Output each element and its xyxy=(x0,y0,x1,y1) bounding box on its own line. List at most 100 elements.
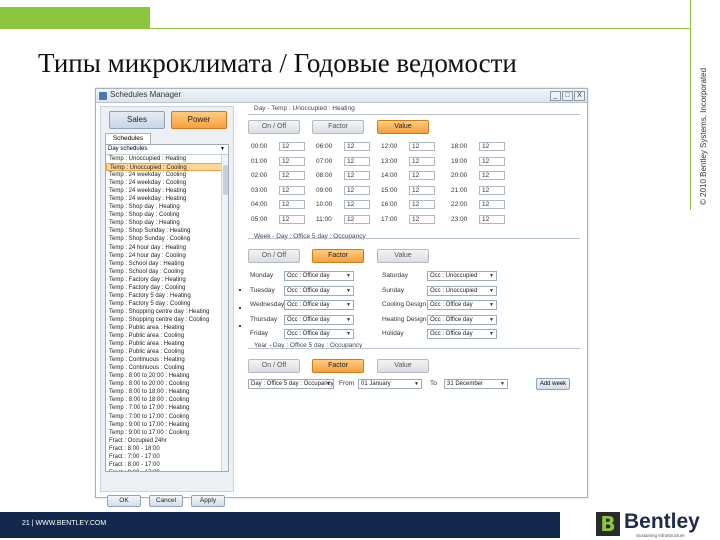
hour-value-input[interactable]: 12 xyxy=(479,171,505,180)
hour-value-input[interactable]: 12 xyxy=(479,214,505,224)
panel-splitter[interactable] xyxy=(239,289,242,349)
apply-button[interactable]: Apply xyxy=(191,495,225,507)
hour-value-input[interactable]: 12 xyxy=(479,200,505,209)
year-to-dropdown[interactable]: 31 December xyxy=(444,379,508,389)
year-from-dropdown[interactable]: 01 January xyxy=(358,379,422,389)
hour-value-input[interactable]: 12 xyxy=(479,156,505,166)
hour-value-input[interactable]: 12 xyxy=(344,214,370,224)
list-item[interactable]: Temp : 8:00 to 18:00 : Cooling xyxy=(106,396,228,404)
week-value-button[interactable]: Value xyxy=(377,249,429,263)
list-item[interactable]: Temp : Continuous : Heating xyxy=(106,356,228,364)
hour-value-input[interactable]: 12 xyxy=(479,142,505,151)
week-factor-button[interactable]: Factor xyxy=(312,249,364,263)
list-item[interactable]: Temp : 24 hour day : Heating xyxy=(106,244,228,252)
hour-value-input[interactable]: 12 xyxy=(409,214,435,224)
year-value-button[interactable]: Value xyxy=(377,359,429,373)
list-item[interactable]: Temp : Shopping centre day : Cooling xyxy=(106,316,228,324)
hour-value-input[interactable]: 12 xyxy=(409,185,435,195)
hour-value-input[interactable]: 12 xyxy=(279,171,305,180)
hour-value-input[interactable]: 12 xyxy=(279,156,305,166)
hour-value-input[interactable]: 12 xyxy=(279,214,305,224)
week-day-dropdown[interactable]: Occ : Office day xyxy=(427,329,497,339)
week-day-dropdown[interactable]: Occ : Office day xyxy=(284,300,354,310)
sales-button[interactable]: Sales xyxy=(109,111,165,129)
list-item[interactable]: Temp : Public area : Cooling xyxy=(106,348,228,356)
list-item[interactable]: Temp : Public area : Heating xyxy=(106,340,228,348)
hour-value-input[interactable]: 12 xyxy=(344,185,370,195)
list-item[interactable]: Temp : 8:00 to 18:00 : Heating xyxy=(106,388,228,396)
day-onoff-button[interactable]: On / Off xyxy=(248,120,300,134)
hour-value-input[interactable]: 12 xyxy=(479,185,505,195)
power-button[interactable]: Power xyxy=(171,111,227,129)
hour-value-input[interactable]: 12 xyxy=(344,142,370,151)
list-item[interactable]: Temp : Shop Sunday : Heating xyxy=(106,227,228,235)
list-item[interactable]: Temp : 24 weekday : Cooling xyxy=(106,171,228,179)
list-scrollbar[interactable] xyxy=(221,155,228,471)
hour-value-input[interactable]: 12 xyxy=(409,142,435,151)
list-item[interactable]: Fract : 8:00 - 17:00 xyxy=(106,461,228,469)
week-day-dropdown[interactable]: Occ : Office day xyxy=(284,285,354,296)
year-factor-button[interactable]: Factor xyxy=(312,359,364,373)
week-day-dropdown[interactable]: Occ : Office day xyxy=(284,314,354,325)
list-item[interactable]: Temp : Unoccupied : Cooling xyxy=(106,163,228,172)
list-item[interactable]: Temp : Continuous : Cooling xyxy=(106,364,228,372)
schedule-listbox[interactable]: Day schedules Temp : Unoccupied : Heatin… xyxy=(105,144,229,472)
list-item[interactable]: Temp : Shop Sunday : Cooling xyxy=(106,235,228,243)
list-item[interactable]: Temp : Factory day : Cooling xyxy=(106,284,228,292)
close-button[interactable]: X xyxy=(574,91,585,101)
hour-value-input[interactable]: 12 xyxy=(409,200,435,209)
list-item[interactable]: Temp : School day : Heating xyxy=(106,260,228,268)
list-item[interactable]: Fract : 7:00 - 17:00 xyxy=(106,453,228,461)
scrollbar-thumb[interactable] xyxy=(223,165,228,195)
list-item[interactable]: Temp : Factory 5 day : Cooling xyxy=(106,300,228,308)
list-item[interactable]: Temp : 7:00 to 17:00 : Heating xyxy=(106,404,228,412)
hour-value-input[interactable]: 12 xyxy=(344,171,370,180)
hour-value-input[interactable]: 12 xyxy=(344,156,370,166)
week-onoff-button[interactable]: On / Off xyxy=(248,249,300,263)
list-item[interactable]: Temp : 8:00 to 20:00 : Heating xyxy=(106,372,228,380)
list-item[interactable]: Temp : 7:00 to 17:00 : Cooling xyxy=(106,413,228,421)
list-item[interactable]: Temp : Shop day : Cooling xyxy=(106,211,228,219)
list-item[interactable]: Temp : Factory 5 day : Heating xyxy=(106,292,228,300)
list-item[interactable]: Temp : 24 weekday : Heating xyxy=(106,195,228,203)
tab-schedules[interactable]: Schedules xyxy=(105,133,151,144)
week-day-dropdown[interactable]: Occ : Unoccupied xyxy=(427,285,497,296)
week-day-dropdown[interactable]: Occ : Office day xyxy=(284,271,354,281)
list-item[interactable]: Fract : 9:00 - 17:00 xyxy=(106,469,228,471)
week-day-dropdown[interactable]: Occ : Office day xyxy=(427,314,497,325)
minimize-button[interactable]: _ xyxy=(550,91,561,101)
hour-value-input[interactable]: 12 xyxy=(409,171,435,180)
ok-button[interactable]: OK xyxy=(107,495,141,507)
list-item[interactable]: Temp : School day : Cooling xyxy=(106,268,228,276)
list-item[interactable]: Temp : Public area : Cooling xyxy=(106,332,228,340)
year-onoff-button[interactable]: On / Off xyxy=(248,359,300,373)
cancel-button[interactable]: Cancel xyxy=(149,495,183,507)
list-item[interactable]: Temp : 24 hour day : Cooling xyxy=(106,252,228,260)
list-item[interactable]: Temp : Shopping centre day : Heating xyxy=(106,308,228,316)
week-day-dropdown[interactable]: Occ : Office day xyxy=(427,300,497,310)
list-item[interactable]: Temp : 8:00 to 20:00 : Cooling xyxy=(106,380,228,388)
list-item[interactable]: Temp : Public area : Heating xyxy=(106,324,228,332)
hour-value-input[interactable]: 12 xyxy=(279,200,305,209)
year-week-dropdown[interactable]: Day : Office 5 day : Occupancy xyxy=(248,379,334,389)
hour-value-input[interactable]: 12 xyxy=(344,200,370,209)
list-item[interactable]: Fract : 8:00 - 18:00 xyxy=(106,445,228,453)
list-item[interactable]: Temp : 24 weekday : Heating xyxy=(106,187,228,195)
week-day-dropdown[interactable]: Occ : Unoccupied xyxy=(427,271,497,281)
day-factor-button[interactable]: Factor xyxy=(312,120,364,134)
list-item[interactable]: Temp : 9:00 to 17:00 : Heating xyxy=(106,421,228,429)
schedule-type-dropdown[interactable]: Day schedules xyxy=(106,145,228,155)
list-item[interactable]: Temp : 24 weekday : Cooling xyxy=(106,179,228,187)
hour-value-input[interactable]: 12 xyxy=(409,156,435,166)
list-item[interactable]: Fract : Occupied 24hr xyxy=(106,437,228,445)
list-item[interactable]: Temp : 9:00 to 17:00 : Cooling xyxy=(106,429,228,437)
week-day-dropdown[interactable]: Occ : Office day xyxy=(284,329,354,339)
day-value-button[interactable]: Value xyxy=(377,120,429,134)
hour-value-input[interactable]: 12 xyxy=(279,142,305,151)
list-item[interactable]: Temp : Factory day : Heating xyxy=(106,276,228,284)
list-item[interactable]: Temp : Unoccupied : Heating xyxy=(106,155,228,163)
list-item[interactable]: Temp : Shop day : Heating xyxy=(106,203,228,211)
list-item[interactable]: Temp : Shop day : Heating xyxy=(106,219,228,227)
add-week-button[interactable]: Add week xyxy=(536,378,570,390)
hour-value-input[interactable]: 12 xyxy=(279,185,305,195)
